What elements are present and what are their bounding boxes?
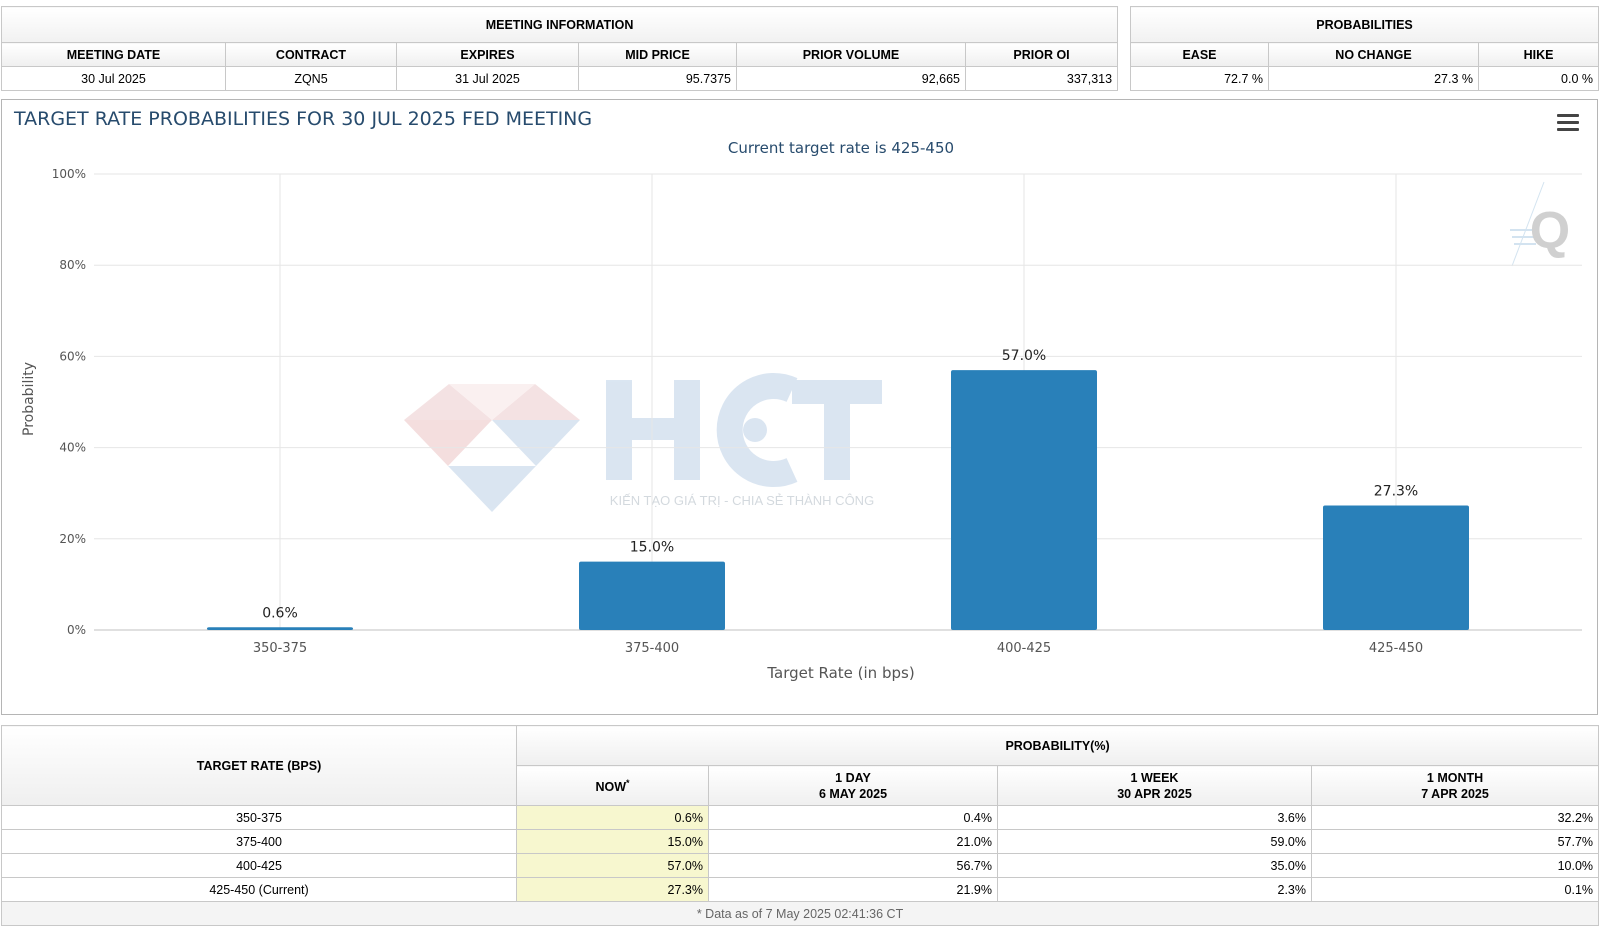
row-1day-value: 0.4% (708, 805, 998, 830)
bar-350-375 (207, 627, 353, 630)
meeting-information-table: MEETING INFORMATION MEETING DATE CONTRAC… (0, 6, 1119, 91)
row-rate: 350-375 (1, 805, 517, 830)
column-1month-date: 7 APR 2025 (1421, 786, 1489, 801)
y-axis-title: Probability (21, 362, 37, 436)
y-tick-label: 20% (59, 532, 86, 546)
bar-data-label: 15.0% (630, 540, 674, 556)
x-axis-title: Target Rate (in bps) (766, 664, 914, 682)
table-row: 400-425 57.0% 56.7% 35.0% 10.0% (1, 853, 1600, 878)
row-1month-value: 0.1% (1310, 877, 1600, 902)
header-prior-oi[interactable]: PRIOR OI (964, 42, 1119, 67)
bar-data-label: 27.3% (1374, 484, 1418, 500)
no-change-value: 27.3 % (1268, 66, 1479, 91)
probabilities-title: PROBABILITIES (1129, 6, 1600, 43)
x-tick-label: 350-375 (253, 641, 307, 656)
y-tick-label: 80% (59, 258, 86, 272)
row-now-value: 0.6% (516, 805, 709, 830)
column-1day-label: 1 DAY (835, 770, 871, 785)
target-rate-header[interactable]: TARGET RATE (BPS) (1, 725, 517, 806)
bar-data-label: 0.6% (262, 605, 298, 621)
table-row: 375-400 15.0% 21.0% 59.0% 57.7% (1, 829, 1600, 854)
bar-375-400 (579, 561, 725, 630)
header-ease[interactable]: EASE (1130, 42, 1269, 67)
target-rate-probability-table: TARGET RATE (BPS) PROBABILITY(%) NOW* 1 … (0, 725, 1600, 926)
y-tick-label: 40% (59, 441, 86, 455)
row-1day-value: 21.0% (708, 829, 998, 854)
row-now-value: 27.3% (516, 877, 709, 902)
header-expires[interactable]: EXPIRES (396, 42, 579, 67)
hike-value: 0.0 % (1477, 66, 1600, 91)
column-1day-date: 6 MAY 2025 (818, 786, 888, 801)
row-rate: 375-400 (1, 829, 517, 854)
header-mid-price[interactable]: MID PRICE (578, 42, 737, 67)
column-1week-header[interactable]: 1 WEEK 30 APR 2025 (997, 765, 1312, 806)
ease-value: 72.7 % (1130, 66, 1269, 91)
row-1day-value: 21.9% (708, 877, 998, 902)
probability-header: PROBABILITY(%) (515, 725, 1600, 766)
hct-watermark: KIẾN TẠO GIÁ TRỊ - CHIA SẺ THÀNH CÔNG (404, 373, 882, 512)
bar-425-450 (1323, 505, 1469, 630)
y-tick-label: 0% (67, 623, 86, 637)
column-1month-header[interactable]: 1 MONTH 7 APR 2025 (1310, 765, 1600, 806)
header-prior-volume[interactable]: PRIOR VOLUME (736, 42, 966, 67)
row-rate: 400-425 (1, 853, 517, 878)
row-1week-value: 59.0% (997, 829, 1312, 854)
row-1day-value: 56.7% (708, 853, 998, 878)
column-1day-header[interactable]: 1 DAY 6 MAY 2025 (708, 765, 998, 806)
column-now-header[interactable]: NOW* (516, 765, 709, 806)
bar-400-425 (951, 370, 1097, 630)
x-tick-label: 400-425 (997, 641, 1051, 656)
prior-volume-value: 92,665 (736, 66, 966, 91)
q-logo-icon: Q (1510, 181, 1570, 267)
target-rate-chart-panel: KIẾN TẠO GIÁ TRỊ - CHIA SẺ THÀNH CÔNG Q … (1, 99, 1598, 715)
row-1month-value: 10.0% (1310, 853, 1600, 878)
target-rate-probability-chart: KIẾN TẠO GIÁ TRỊ - CHIA SẺ THÀNH CÔNG Q … (13, 108, 1582, 682)
table-row: 425-450 (Current) 27.3% 21.9% 2.3% 0.1% (1, 877, 1600, 902)
y-tick-label: 100% (52, 167, 86, 181)
meeting-date-value: 30 Jul 2025 (1, 66, 226, 91)
chart-title: TARGET RATE PROBABILITIES FOR 30 JUL 202… (13, 108, 592, 130)
q-logo-letter: Q (1530, 202, 1570, 260)
watermark-tagline: KIẾN TẠO GIÁ TRỊ - CHIA SẺ THÀNH CÔNG (610, 493, 874, 508)
column-1month-label: 1 MONTH (1426, 770, 1484, 785)
row-1week-value: 2.3% (997, 877, 1312, 902)
header-contract[interactable]: CONTRACT (225, 42, 397, 67)
chart-menu-icon[interactable] (1557, 114, 1579, 132)
column-1week-label: 1 WEEK (1130, 770, 1179, 785)
row-now-value: 57.0% (516, 853, 709, 878)
expires-value: 31 Jul 2025 (396, 66, 579, 91)
x-tick-label: 425-450 (1369, 641, 1423, 656)
x-tick-label: 375-400 (625, 641, 679, 656)
table-row: 350-375 0.6% 0.4% 3.6% 32.2% (1, 805, 1600, 830)
bar-data-label: 57.0% (1002, 348, 1046, 364)
probabilities-table: PROBABILITIES EASE NO CHANGE HIKE 72.7 %… (1129, 6, 1600, 91)
mid-price-value: 95.7375 (578, 66, 737, 91)
row-rate: 425-450 (Current) (1, 877, 517, 902)
row-1month-value: 32.2% (1310, 805, 1600, 830)
header-no-change[interactable]: NO CHANGE (1268, 42, 1479, 67)
now-footnote-marker: * (626, 778, 630, 789)
row-now-value: 15.0% (516, 829, 709, 854)
prior-oi-value: 337,313 (964, 66, 1119, 91)
y-tick-label: 60% (59, 349, 86, 363)
contract-value: ZQN5 (225, 66, 397, 91)
row-1week-value: 35.0% (997, 853, 1312, 878)
column-1week-date: 30 APR 2025 (1117, 786, 1192, 801)
row-1month-value: 57.7% (1310, 829, 1600, 854)
column-now-label: NOW (595, 780, 627, 795)
header-meeting-date[interactable]: MEETING DATE (1, 42, 226, 67)
header-hike[interactable]: HIKE (1477, 42, 1600, 67)
row-1week-value: 3.6% (997, 805, 1312, 830)
chart-subtitle: Current target rate is 425-450 (728, 139, 954, 157)
meeting-information-title: MEETING INFORMATION (0, 6, 1119, 43)
data-timestamp-footnote: * Data as of 7 May 2025 02:41:36 CT (0, 901, 1600, 926)
